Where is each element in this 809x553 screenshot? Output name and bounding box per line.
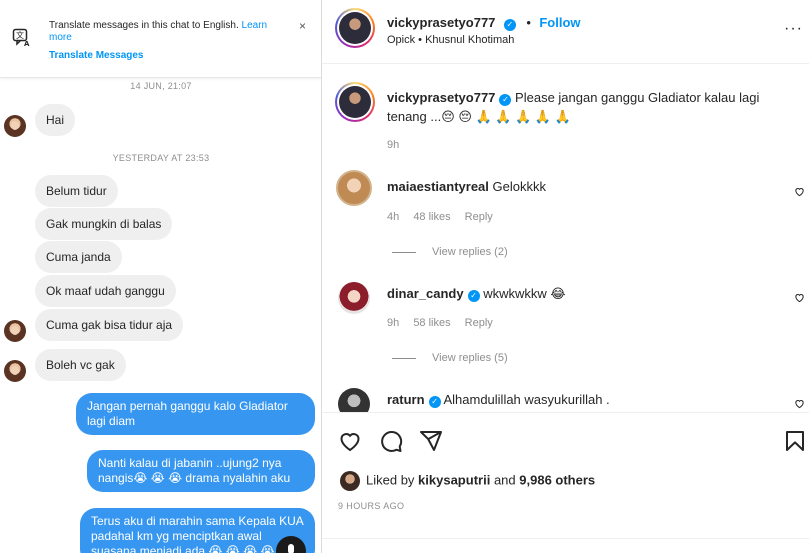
caption-time[interactable]: 9h	[387, 139, 399, 151]
message-bubble[interactable]: Belum tidur	[35, 175, 118, 207]
add-comment-bar[interactable]	[322, 538, 809, 553]
post-panel: vickyprasetyo777 ✓ • Follow Opick • Khus…	[322, 0, 809, 553]
header-title-row: vickyprasetyo777 ✓ • Follow	[387, 14, 581, 32]
message-bubble[interactable]: Hai	[35, 104, 76, 136]
verified-badge-icon: ✓	[503, 19, 516, 31]
comment-text: Gelokkkk	[492, 179, 546, 194]
translate-banner: 文 A Translate messages in this chat to E…	[0, 0, 321, 78]
commenter-username[interactable]: dinar_candy	[387, 286, 464, 301]
comment-text: Alhamdulillah wasyukurillah .	[443, 392, 610, 407]
liked-by-and: and	[493, 472, 516, 488]
translate-messages-button[interactable]: Translate Messages	[49, 50, 144, 61]
liked-by-prefix: Liked by	[366, 472, 415, 488]
dm-chat-panel: 文 A Translate messages in this chat to E…	[0, 0, 322, 553]
reply-button[interactable]: Reply	[465, 317, 493, 329]
caption-avatar[interactable]	[335, 82, 375, 122]
comment-likes[interactable]: 48 likes	[413, 211, 450, 223]
translate-text: Translate messages in this chat to Engli…	[49, 20, 284, 44]
share-icon[interactable]	[419, 429, 443, 453]
verified-badge-icon: ✓	[428, 396, 441, 408]
comment: dinar_candy ✓ wkwkwkkw 😂	[387, 284, 777, 303]
divider-line	[392, 357, 416, 359]
audio-subtitle[interactable]: Opick • Khusnul Khotimah	[387, 34, 514, 46]
avatar[interactable]	[4, 115, 26, 137]
comment-time[interactable]: 9h	[387, 317, 399, 329]
view-replies-button[interactable]: View replies (5)	[392, 352, 508, 364]
bookmark-icon[interactable]	[783, 429, 807, 453]
heart-icon[interactable]	[794, 398, 805, 409]
svg-text:文: 文	[16, 30, 24, 40]
message-bubble[interactable]: Gak mungkin di balas	[35, 208, 173, 240]
message-bubble[interactable]: Cuma gak bisa tidur aja	[35, 309, 184, 341]
commenter-username[interactable]: raturn	[387, 392, 425, 407]
view-replies-label: View replies (2)	[432, 246, 508, 258]
avatar[interactable]	[4, 320, 26, 342]
view-replies-button[interactable]: View replies (2)	[392, 246, 508, 258]
post-caption: vickyprasetyo777 ✓ Please jangan ganggu G…	[387, 88, 777, 126]
comment-icon[interactable]	[379, 429, 403, 453]
verified-badge-icon: ✓	[499, 94, 512, 106]
commenter-avatar[interactable]	[336, 170, 372, 206]
timestamp: 14 JUN, 21:07	[130, 81, 192, 91]
separator-dot: •	[526, 15, 531, 30]
post-actions: Liked by kikysaputrii and 9,986 others 9…	[322, 412, 809, 542]
verified-badge-icon: ✓	[467, 290, 480, 302]
translate-icon: 文 A	[12, 28, 30, 48]
reply-button[interactable]: Reply	[465, 211, 493, 223]
comment-time[interactable]: 4h	[387, 211, 399, 223]
post-author-avatar[interactable]	[335, 8, 375, 48]
comment: maiaestiantyreal Gelokkkk	[387, 177, 777, 196]
svg-text:A: A	[24, 40, 30, 48]
liker-avatar[interactable]	[340, 471, 360, 491]
caption-username[interactable]: vickyprasetyo777	[387, 90, 495, 105]
follow-button[interactable]: Follow	[539, 15, 580, 30]
like-heart-icon[interactable]	[338, 429, 362, 453]
post-header: vickyprasetyo777 ✓ • Follow Opick • Khus…	[322, 0, 809, 64]
message-bubble[interactable]: Boleh vc gak	[35, 349, 126, 381]
heart-icon[interactable]	[794, 186, 805, 197]
translate-description: Translate messages in this chat to Engli…	[49, 20, 239, 31]
sent-message-bubble[interactable]: Jangan pernah ganggu kalo Gladiator lagi…	[76, 393, 315, 435]
avatar[interactable]	[4, 360, 26, 382]
heart-icon[interactable]	[794, 292, 805, 303]
more-options-icon[interactable]: ···	[784, 20, 803, 38]
sent-message-bubble[interactable]: Nanti kalau di jabanin ..ujung2 nya nang…	[87, 450, 315, 492]
post-author-username[interactable]: vickyprasetyo777	[387, 15, 495, 30]
commenter-avatar[interactable]	[338, 282, 370, 314]
comment-meta: 4h 48 likes Reply	[387, 211, 504, 223]
timestamp: YESTERDAY AT 23:53	[112, 153, 210, 163]
post-time[interactable]: 9 HOURS AGO	[338, 501, 404, 511]
message-bubble[interactable]: Ok maaf udah ganggu	[35, 275, 176, 307]
close-icon[interactable]: ×	[299, 20, 306, 32]
divider-line	[392, 251, 416, 253]
comment-meta: 9h 58 likes Reply	[387, 317, 504, 329]
liker-username[interactable]: kikysaputrii	[418, 472, 490, 487]
commenter-username[interactable]: maiaestiantyreal	[387, 179, 489, 194]
comment-text: wkwkwkkw 😂	[483, 286, 566, 301]
message-bubble[interactable]: Cuma janda	[35, 241, 122, 273]
others-likes-link[interactable]: 9,986 others	[519, 472, 595, 487]
comment: raturn ✓ Alhamdulillah wasyukurillah .	[387, 390, 777, 409]
liked-by: Liked by kikysaputrii and 9,986 others	[340, 471, 595, 491]
view-replies-label: View replies (5)	[432, 352, 508, 364]
comment-likes[interactable]: 58 likes	[413, 317, 450, 329]
